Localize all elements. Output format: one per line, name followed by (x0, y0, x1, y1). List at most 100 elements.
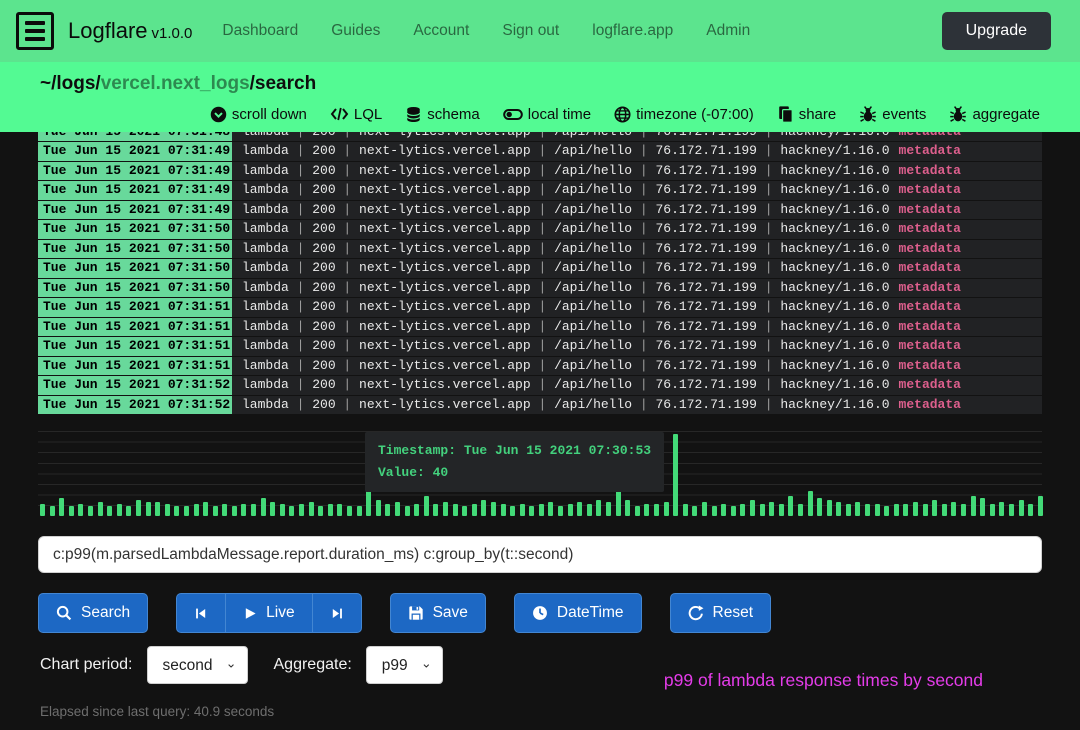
chart-bar[interactable] (894, 504, 899, 516)
chart-bar[interactable] (520, 504, 525, 516)
nav-guides[interactable]: Guides (331, 22, 380, 40)
metadata-link[interactable]: metadata (899, 260, 961, 275)
chart-bar[interactable] (788, 496, 793, 517)
chart-bar[interactable] (453, 504, 458, 516)
metadata-link[interactable]: metadata (899, 319, 961, 334)
chart-bar[interactable] (241, 504, 246, 516)
chart-bar[interactable] (433, 504, 438, 516)
chart-bar[interactable] (635, 506, 640, 516)
timeseries-chart[interactable]: Timestamp: Tue Jun 15 2021 07:30:53 Valu… (38, 431, 1042, 523)
chart-bar[interactable] (760, 504, 765, 516)
chart-bar[interactable] (529, 506, 534, 516)
chart-bar[interactable] (261, 498, 266, 516)
chart-bar[interactable] (357, 506, 362, 516)
chart-bar[interactable] (146, 502, 151, 516)
chart-bar[interactable] (875, 504, 880, 516)
live-button[interactable]: Live (225, 593, 311, 633)
chart-bar[interactable] (980, 498, 985, 516)
chart-bar[interactable] (817, 498, 822, 516)
breadcrumb-prefix[interactable]: ~/logs/ (40, 73, 101, 94)
aggregate-button[interactable]: aggregate (949, 105, 1040, 123)
chart-bar[interactable] (827, 500, 832, 516)
chart-bar[interactable] (98, 502, 103, 516)
schema-button[interactable]: schema (405, 106, 480, 123)
chart-bar[interactable] (414, 504, 419, 516)
chart-bar[interactable] (232, 506, 237, 516)
chart-bar[interactable] (395, 502, 400, 516)
chart-bar[interactable] (309, 502, 314, 516)
chart-bar[interactable] (107, 506, 112, 516)
chart-bar[interactable] (510, 506, 515, 516)
chart-bar[interactable] (270, 502, 275, 516)
chart-bar[interactable] (846, 504, 851, 516)
save-button[interactable]: Save (390, 593, 486, 633)
chart-bar[interactable] (913, 502, 918, 516)
chart-bar[interactable] (731, 506, 736, 516)
chart-bar[interactable] (577, 502, 582, 516)
chart-bar[interactable] (405, 506, 410, 516)
chart-bar[interactable] (798, 504, 803, 516)
lql-button[interactable]: LQL (330, 106, 382, 123)
metadata-link[interactable]: metadata (899, 132, 961, 139)
chart-bar[interactable] (644, 504, 649, 516)
events-button[interactable]: events (859, 105, 926, 123)
search-query-input[interactable] (38, 536, 1042, 573)
chart-bar[interactable] (808, 491, 813, 516)
nav-admin[interactable]: Admin (706, 22, 750, 40)
metadata-link[interactable]: metadata (899, 299, 961, 314)
chart-bar[interactable] (1019, 500, 1024, 516)
chart-bar[interactable] (951, 502, 956, 516)
breadcrumb-source[interactable]: vercel.next_logs (101, 73, 250, 94)
chart-bar[interactable] (165, 504, 170, 516)
chart-bar[interactable] (999, 502, 1004, 516)
chart-bar[interactable] (251, 504, 256, 516)
chart-bar[interactable] (903, 504, 908, 516)
chart-bar[interactable] (961, 504, 966, 516)
chart-bar[interactable] (769, 502, 774, 516)
chart-bar[interactable] (923, 504, 928, 516)
chart-bar[interactable] (117, 504, 122, 516)
nav-logflare-app[interactable]: logflare.app (592, 22, 673, 40)
chart-bar[interactable] (385, 504, 390, 516)
chart-bar[interactable] (587, 504, 592, 516)
metadata-link[interactable]: metadata (899, 163, 961, 178)
chart-bar[interactable] (501, 504, 506, 516)
chart-bar[interactable] (328, 504, 333, 516)
chart-bar[interactable] (174, 506, 179, 516)
chart-period-select[interactable]: second (147, 646, 248, 684)
chart-bar[interactable] (683, 504, 688, 516)
chart-bar[interactable] (184, 506, 189, 516)
metadata-link[interactable]: metadata (899, 202, 961, 217)
chart-bar[interactable] (213, 506, 218, 516)
nav-sign-out[interactable]: Sign out (502, 22, 559, 40)
chart-bar[interactable] (347, 506, 352, 516)
chart-bar[interactable] (1028, 504, 1033, 516)
chart-bar[interactable] (50, 506, 55, 516)
chart-bar[interactable] (692, 506, 697, 516)
chart-bar[interactable] (472, 504, 477, 516)
chart-bar[interactable] (194, 504, 199, 516)
chart-bar[interactable] (625, 500, 630, 516)
chart-bar[interactable] (990, 504, 995, 516)
skip-forward-button[interactable] (312, 593, 362, 633)
chart-bar[interactable] (59, 498, 64, 516)
timezone-button[interactable]: timezone (-07:00) (614, 106, 754, 123)
chart-bar[interactable] (203, 502, 208, 516)
chart-bar[interactable] (616, 491, 621, 516)
chart-bar[interactable] (702, 502, 707, 516)
chart-bar[interactable] (865, 504, 870, 516)
chart-bar[interactable] (88, 506, 93, 516)
chart-bar[interactable] (721, 504, 726, 516)
metadata-link[interactable]: metadata (899, 221, 961, 236)
chart-bar[interactable] (539, 504, 544, 516)
chart-bar[interactable] (376, 500, 381, 516)
chart-bar[interactable] (462, 506, 467, 516)
chart-bar[interactable] (558, 506, 563, 516)
chart-bar-hovered[interactable] (673, 434, 678, 516)
metadata-link[interactable]: metadata (899, 358, 961, 373)
chart-bar[interactable] (126, 506, 131, 516)
chart-bar[interactable] (750, 500, 755, 516)
chart-bar[interactable] (932, 500, 937, 516)
chart-bar[interactable] (491, 502, 496, 516)
chart-bar[interactable] (712, 506, 717, 516)
